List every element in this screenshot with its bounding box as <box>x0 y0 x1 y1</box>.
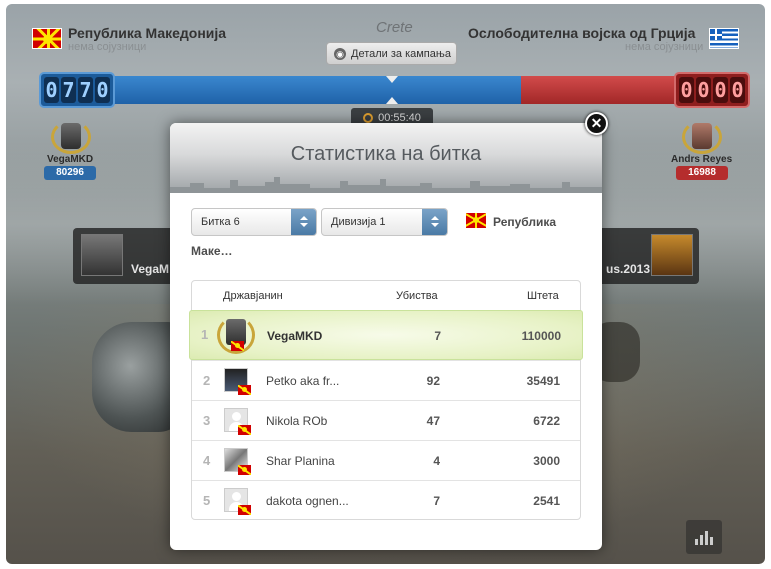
row-rank: 4 <box>203 453 211 468</box>
country-filter-label-continued[interactable]: Маке… <box>191 244 233 258</box>
right-score-counter: 0 0 0 0 <box>674 72 750 108</box>
right-hero-avatar[interactable] <box>682 120 722 154</box>
battle-select-value: Битка 6 <box>201 216 240 228</box>
citizen-kills: 4 <box>433 454 440 468</box>
macedonia-flag-icon <box>238 505 251 515</box>
citizen-kills: 7 <box>433 494 440 508</box>
table-row[interactable]: 2 Petko aka fr... 92 35491 <box>192 360 580 400</box>
score-digit: 0 <box>730 77 745 103</box>
score-digit: 0 <box>679 77 694 103</box>
right-fighter-avatar <box>651 234 693 276</box>
left-hero-name[interactable]: VegaMKD <box>47 154 93 165</box>
right-hero-damage: 16988 <box>676 166 728 180</box>
dropdown-arrow-icon <box>422 209 447 235</box>
score-digit: 0 <box>713 77 728 103</box>
clock-icon <box>363 113 374 123</box>
left-fighter-panel: VegaM <box>73 228 183 284</box>
score-digit: 0 <box>696 77 711 103</box>
citizen-damage: 35491 <box>526 374 560 388</box>
right-fighter-name: us.2013 <box>606 262 651 276</box>
row-rank: 2 <box>203 373 211 388</box>
column-header-kills: Убиства <box>396 290 438 302</box>
dropdown-arrow-icon <box>291 209 316 235</box>
citizen-name[interactable]: Petko aka fr... <box>266 374 339 388</box>
column-header-citizen: Државјанин <box>223 290 283 302</box>
table-row[interactable]: 3 Nikola ROb 47 6722 <box>192 400 580 440</box>
left-fighter-name: VegaM <box>131 262 170 276</box>
modal-title: Статистика на битка <box>290 143 482 165</box>
score-digit: 7 <box>78 77 93 103</box>
division-select[interactable]: Дивизија 1 <box>321 208 448 236</box>
left-fighter-avatar <box>81 234 123 276</box>
citizen-damage: 3000 <box>533 454 560 468</box>
row-rank: 3 <box>203 413 211 428</box>
row-rank: 1 <box>201 327 209 342</box>
score-digit: 7 <box>61 77 76 103</box>
macedonia-flag-icon <box>238 385 251 395</box>
row-rank: 5 <box>203 493 211 508</box>
left-domination-bar <box>106 76 521 104</box>
column-header-damage: Штета <box>527 290 559 302</box>
campaign-details-label: Детали за кампања <box>351 47 451 60</box>
battle-statistics-modal: Статистика на битка Битка 6 Дивизија 1 Р… <box>170 123 602 550</box>
table-row[interactable]: 1 VegaMKD 7 110000 <box>189 310 583 360</box>
left-allies-text: нема сојузници <box>68 41 147 53</box>
skyline-decoration <box>170 177 602 193</box>
battle-stats-table: Државјанин Убиства Штета 1 VegaMKD 7 110… <box>189 280 583 520</box>
macedonia-flag-icon <box>32 28 62 49</box>
citizen-damage: 6722 <box>533 414 560 428</box>
table-row[interactable]: 5 dakota ognen... 7 2541 <box>192 480 580 520</box>
citizen-kills: 7 <box>434 329 441 343</box>
greece-flag-icon <box>709 28 739 49</box>
wall-marker-top-icon <box>386 76 398 83</box>
country-filter-label[interactable]: Република <box>493 215 556 229</box>
score-digit: 0 <box>95 77 110 103</box>
right-country-name[interactable]: Ослободителна војска од Грција <box>468 25 695 41</box>
macedonia-flag-icon <box>238 425 251 435</box>
globe-icon: ◉ <box>334 47 346 60</box>
left-hero-damage: 80296 <box>44 166 96 180</box>
close-icon[interactable]: ✕ <box>585 112 608 135</box>
chart-icon[interactable] <box>686 520 722 554</box>
citizen-name[interactable]: dakota ognen... <box>266 494 349 508</box>
right-allies-text: нема сојузници <box>625 41 704 53</box>
citizen-name[interactable]: Nikola ROb <box>266 414 327 428</box>
modal-header: Статистика на битка <box>170 123 602 193</box>
score-digit: 0 <box>44 77 59 103</box>
right-hero-name[interactable]: Andrs Reyes <box>671 154 732 165</box>
citizen-name[interactable]: VegaMKD <box>267 329 322 343</box>
left-score-counter: 0 7 7 0 <box>39 72 115 108</box>
wall-marker-bottom-icon <box>386 97 398 104</box>
right-fighter-panel: us.2013 <box>594 228 699 284</box>
macedonia-flag-icon <box>466 213 486 228</box>
division-select-value: Дивизија 1 <box>331 216 386 228</box>
citizen-damage: 2541 <box>533 494 560 508</box>
table-row[interactable]: 4 Shar Planina 4 3000 <box>192 440 580 480</box>
macedonia-flag-icon <box>231 341 244 351</box>
citizen-kills: 47 <box>426 414 440 428</box>
left-hero-avatar[interactable] <box>51 120 91 154</box>
citizen-damage: 110000 <box>521 329 561 343</box>
macedonia-flag-icon <box>238 465 251 475</box>
left-country-name[interactable]: Република Македонија <box>68 25 226 41</box>
region-name: Crete <box>376 19 413 36</box>
citizen-kills: 92 <box>426 374 440 388</box>
citizen-name[interactable]: Shar Planina <box>266 454 335 468</box>
right-domination-bar <box>521 76 676 104</box>
campaign-details-button[interactable]: ◉ Детали за кампања <box>326 42 457 65</box>
battle-select[interactable]: Битка 6 <box>191 208 317 236</box>
